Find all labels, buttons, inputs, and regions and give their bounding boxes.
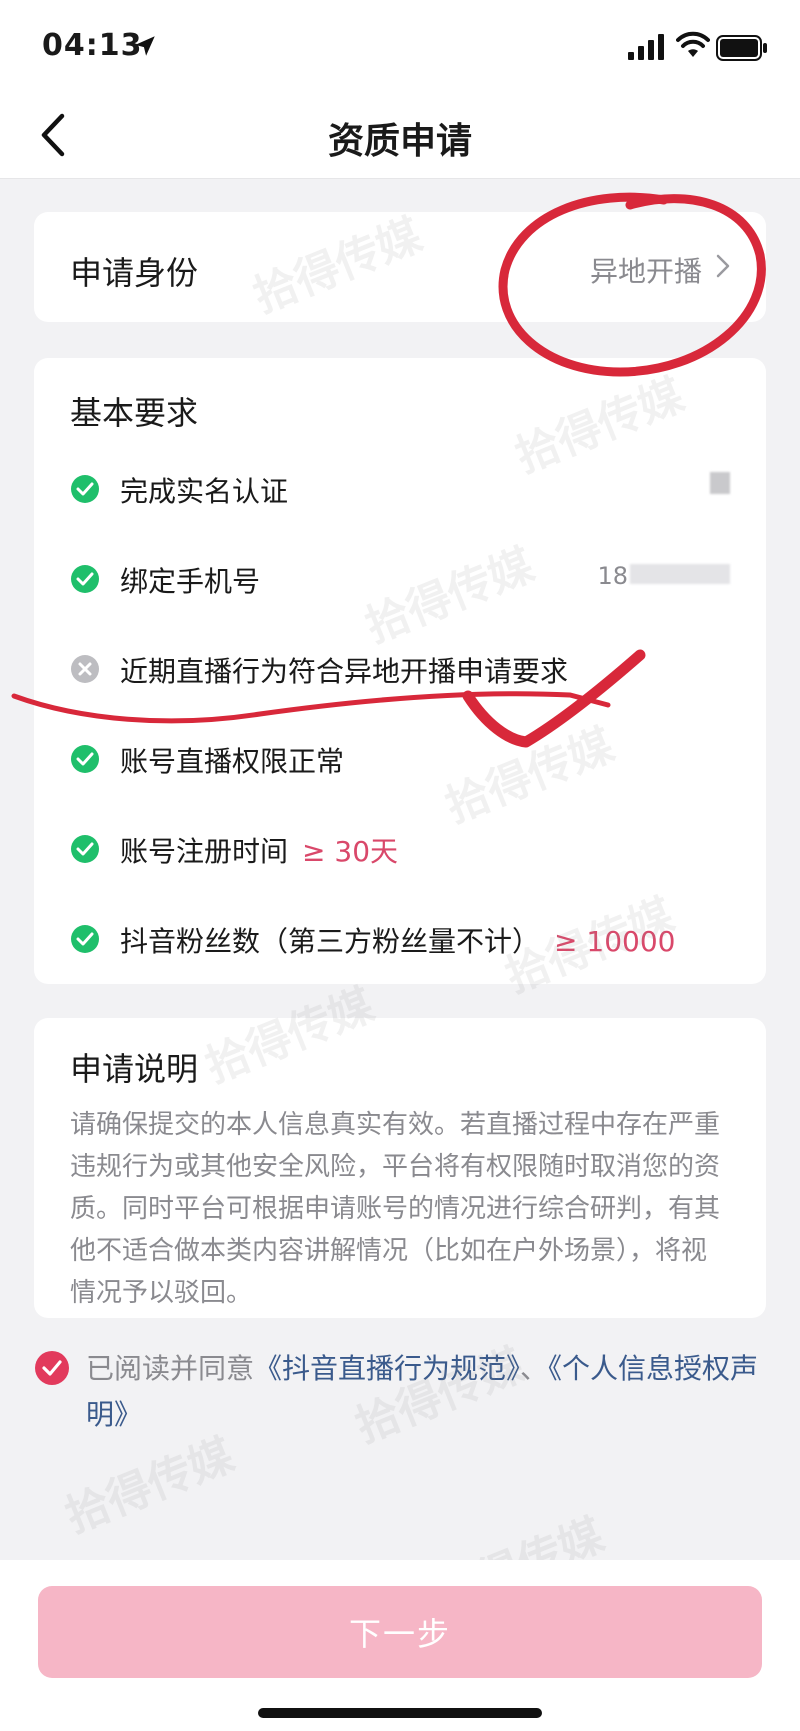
identity-label: 申请身份 xyxy=(70,254,199,292)
requirement-item: 完成实名认证 xyxy=(70,470,730,510)
status-bar: 04:13 xyxy=(0,0,800,96)
chevron-right-icon xyxy=(716,254,730,278)
requirements-card: 基本要求 完成实名认证 绑定手机号 18 近期直播行为符合异地开播申请要求 账号… xyxy=(34,358,766,984)
check-circle-icon xyxy=(71,745,99,773)
close-circle-icon xyxy=(71,655,99,683)
check-circle-icon xyxy=(71,925,99,953)
battery-icon xyxy=(716,35,767,61)
requirement-item: 账号直播权限正常 xyxy=(70,740,730,780)
identity-value: 异地开播 xyxy=(589,255,702,288)
requirement-item: 绑定手机号 18 xyxy=(70,560,730,600)
location-arrow-icon xyxy=(135,36,155,56)
requirement-text: 抖音粉丝数（第三方粉丝量不计） ≥ 10000 xyxy=(120,925,676,958)
cellular-signal-icon xyxy=(628,34,664,60)
requirement-item-failed: 近期直播行为符合异地开播申请要求 xyxy=(70,650,730,690)
check-circle-icon xyxy=(71,835,99,863)
wifi-icon xyxy=(676,31,710,57)
requirement-text: 绑定手机号 xyxy=(120,565,261,598)
requirements-title: 基本要求 xyxy=(70,394,199,432)
status-time: 04:13 xyxy=(42,28,143,63)
redacted-value xyxy=(710,472,730,500)
check-circle-icon xyxy=(71,565,99,593)
description-body: 请确保提交的本人信息真实有效。若直播过程中存在严重违规行为或其他安全风险，平台将… xyxy=(70,1110,721,1308)
phone-number: 18 xyxy=(597,562,730,590)
requirement-item: 账号注册时间 ≥ 30天 xyxy=(70,830,730,870)
requirement-item: 抖音粉丝数（第三方粉丝量不计） ≥ 10000 xyxy=(70,920,730,960)
description-title: 申请说明 xyxy=(70,1050,199,1088)
watermark: 拾得传媒 xyxy=(58,1429,241,1543)
requirement-text: 近期直播行为符合异地开播申请要求 xyxy=(120,655,569,688)
check-circle-icon xyxy=(71,475,99,503)
link-live-rules[interactable]: 《抖音直播行为规范》 xyxy=(254,1352,520,1385)
footer: 下一步 xyxy=(0,1560,800,1731)
requirement-text: 账号注册时间 ≥ 30天 xyxy=(120,835,399,868)
description-card: 申请说明 请确保提交的本人信息真实有效。若直播过程中存在严重违规行为或其他安全风… xyxy=(34,1018,766,1318)
identity-row[interactable]: 申请身份 异地开播 xyxy=(34,212,766,322)
nav-bar: 资质申请 xyxy=(0,96,800,179)
home-indicator xyxy=(258,1708,542,1718)
requirement-text: 完成实名认证 xyxy=(120,475,289,508)
requirement-threshold: ≥ 10000 xyxy=(554,925,676,958)
next-step-button[interactable]: 下一步 xyxy=(38,1586,762,1678)
requirement-threshold: ≥ 30天 xyxy=(302,835,399,868)
requirement-text: 账号直播权限正常 xyxy=(120,745,345,778)
agreement-text: 已阅读并同意《抖音直播行为规范》、《个人信息授权声明》 xyxy=(86,1352,759,1431)
agreement-checkbox[interactable] xyxy=(34,1350,70,1386)
page-title: 资质申请 xyxy=(327,121,472,162)
